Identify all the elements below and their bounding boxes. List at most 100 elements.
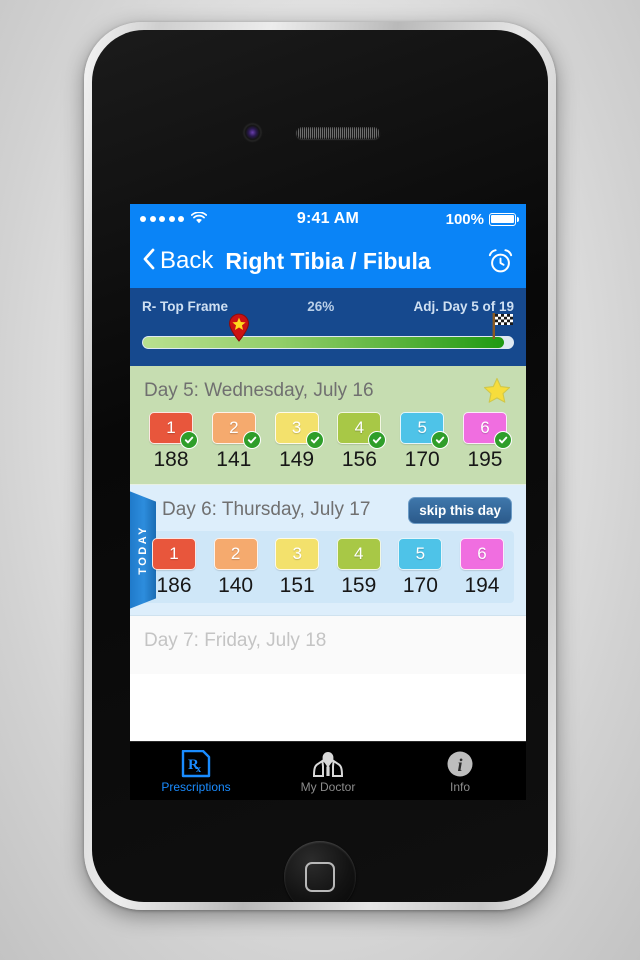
status-bar-right: 100% — [445, 210, 520, 228]
strut-cell[interactable]: 2 141 — [208, 412, 261, 472]
strut-value: 194 — [464, 574, 500, 597]
today-ribbon-label: TODAY — [136, 525, 149, 575]
star-icon — [482, 376, 512, 406]
strut-number: 5 — [415, 544, 426, 563]
iphone-device: 9:41 AM 100% Back Right Tibia / Fibula R… — [84, 22, 556, 910]
tab-prescriptions[interactable]: R x Prescriptions — [130, 748, 262, 794]
day-card-done[interactable]: Day 5: Wednesday, July 16 1 188 2 141 3 … — [130, 366, 526, 485]
tab-bar: R x Prescriptions My Doctor i Info — [130, 741, 526, 800]
strut-value: 149 — [279, 448, 315, 471]
day-card-today[interactable]: TODAY Day 6: Thursday, July 17 skip this… — [130, 485, 526, 616]
day-header: Day 7: Friday, July 18 — [144, 626, 512, 656]
battery-icon — [489, 212, 520, 226]
strut-value: 141 — [216, 448, 252, 471]
strut-number: 2 — [230, 544, 241, 563]
earpiece-speaker — [296, 127, 380, 139]
alarm-clock-icon[interactable] — [487, 248, 514, 275]
rx-icon: R x — [181, 748, 211, 778]
strut-cell[interactable]: 6 194 — [456, 538, 508, 598]
day-title: Day 5: Wednesday, July 16 — [144, 380, 374, 401]
strut-value: 151 — [279, 574, 315, 597]
screenshot-root: 9:41 AM 100% Back Right Tibia / Fibula R… — [0, 0, 640, 960]
strut-tile[interactable]: 6 — [459, 538, 504, 570]
day-card-future[interactable]: Day 7: Friday, July 18 — [130, 616, 526, 674]
strut-tile[interactable]: 3 — [275, 538, 320, 570]
strut-value: 140 — [218, 574, 254, 597]
check-icon — [180, 431, 198, 449]
checkered-flag-icon — [486, 311, 516, 341]
day-list: Day 5: Wednesday, July 16 1 188 2 141 3 … — [130, 366, 526, 674]
strut-cell[interactable]: 5 170 — [394, 538, 446, 598]
day-header: Day 6: Thursday, July 17 skip this day — [144, 495, 512, 525]
strut-cell[interactable]: 4 159 — [333, 538, 385, 598]
day-header: Day 5: Wednesday, July 16 — [144, 376, 512, 406]
progress-panel: R- Top Frame 26% Adj. Day 5 of 19 — [130, 288, 526, 366]
strut-cell[interactable]: 4 156 — [333, 412, 387, 472]
check-icon — [305, 431, 324, 449]
strut-tile[interactable]: 5 — [400, 412, 450, 449]
strut-number: 6 — [477, 544, 487, 563]
frame-label: R- Top Frame — [142, 299, 229, 314]
strut-tile[interactable]: 2 — [211, 412, 261, 449]
tab-my-doctor[interactable]: My Doctor — [262, 748, 394, 794]
strut-cell[interactable]: 3 151 — [271, 538, 323, 598]
strut-row: 1 188 2 141 3 149 4 156 5 170 6 195 — [144, 412, 512, 472]
strut-tile[interactable]: 1 — [149, 412, 198, 449]
skip-this-day-button[interactable]: skip this day — [408, 496, 512, 524]
strut-value: 170 — [402, 574, 438, 597]
strut-value: 195 — [467, 448, 503, 471]
strut-tile[interactable]: 5 — [398, 538, 443, 570]
tab-label: My Doctor — [300, 780, 356, 794]
progress-bar[interactable] — [142, 313, 514, 352]
strut-number: 6 — [480, 418, 490, 437]
strut-number: 3 — [291, 418, 302, 437]
day-title: Day 7: Friday, July 18 — [144, 630, 327, 651]
tab-label: Prescriptions — [161, 780, 231, 794]
navigation-bar: Back Right Tibia / Fibula — [130, 234, 526, 288]
day-title: Day 6: Thursday, July 17 — [162, 499, 371, 520]
strut-tile[interactable]: 6 — [462, 412, 512, 449]
strut-number: 2 — [229, 418, 239, 437]
back-button-label: Back — [160, 247, 214, 274]
strut-row: 1 186 2 140 3 151 4 159 5 170 6 194 — [142, 531, 514, 603]
strut-tile[interactable]: 2 — [213, 538, 258, 570]
strut-tile[interactable]: 3 — [274, 412, 324, 449]
strut-cell[interactable]: 5 170 — [396, 412, 450, 472]
back-button[interactable]: Back — [142, 247, 213, 276]
strut-tile[interactable]: 1 — [152, 538, 196, 570]
strut-number: 5 — [417, 418, 427, 437]
check-icon — [242, 431, 261, 449]
tab-label: Info — [449, 780, 470, 794]
status-bar: 9:41 AM 100% — [130, 204, 526, 234]
check-icon — [368, 431, 387, 449]
strut-number: 1 — [166, 418, 176, 437]
strut-cell[interactable]: 3 149 — [271, 412, 324, 472]
tab-info[interactable]: i Info — [394, 748, 526, 794]
progress-fill — [143, 337, 504, 348]
home-button[interactable] — [284, 841, 356, 902]
check-icon — [493, 431, 512, 449]
svg-text:i: i — [457, 755, 462, 775]
strut-value: 188 — [153, 448, 189, 471]
strut-tile[interactable]: 4 — [336, 538, 381, 570]
strut-value: 170 — [404, 448, 440, 471]
strut-value: 159 — [341, 574, 377, 597]
battery-percent-label: 100% — [445, 210, 484, 228]
phone-screen: 9:41 AM 100% Back Right Tibia / Fibula R… — [130, 204, 526, 800]
strut-number: 3 — [292, 544, 302, 563]
strut-cell[interactable]: 1 188 — [145, 412, 198, 472]
map-pin-star-icon — [228, 313, 250, 342]
front-camera — [244, 124, 261, 141]
home-button-square-icon — [305, 862, 335, 892]
info-circle-icon: i — [446, 748, 474, 778]
progress-percent-label: 26% — [307, 299, 335, 314]
strut-tile[interactable]: 4 — [337, 412, 387, 449]
doctor-icon — [311, 748, 345, 778]
strut-number: 4 — [354, 544, 364, 563]
strut-cell[interactable]: 6 195 — [459, 412, 512, 472]
check-icon — [431, 431, 450, 449]
chevron-left-icon — [142, 247, 156, 276]
strut-cell[interactable]: 2 140 — [210, 538, 262, 598]
strut-value: 156 — [341, 448, 377, 471]
svg-text:x: x — [196, 764, 201, 775]
